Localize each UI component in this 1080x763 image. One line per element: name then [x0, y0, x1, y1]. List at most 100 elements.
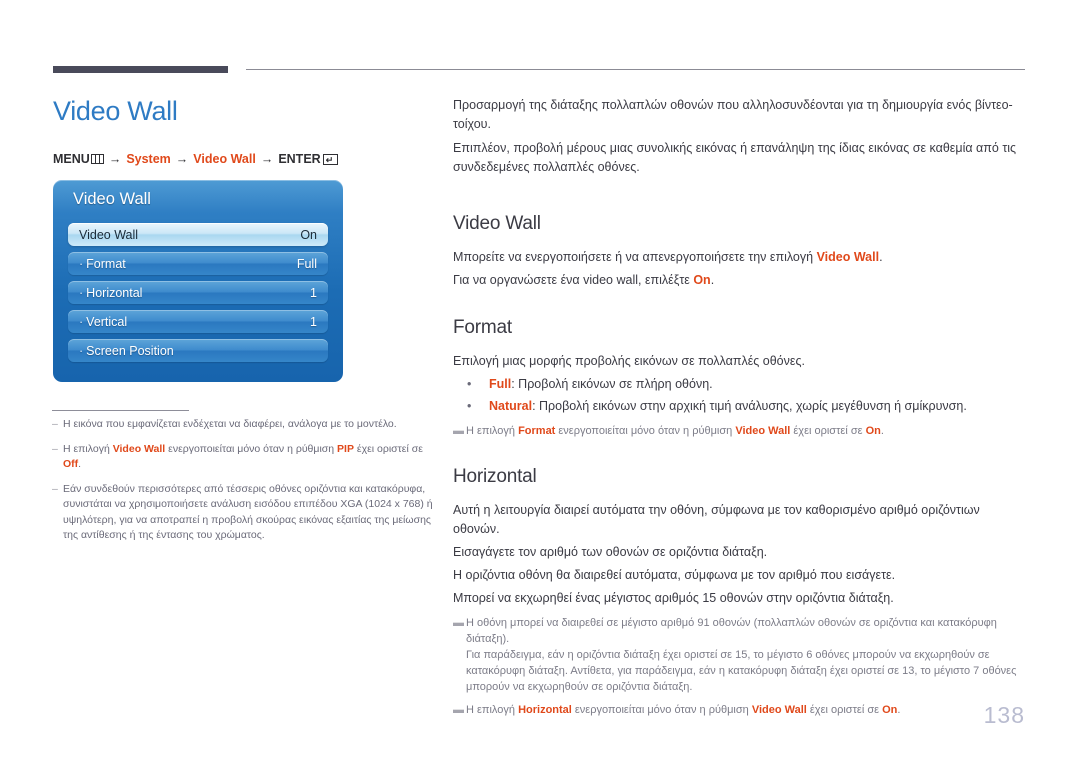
- text-run: έχει οριστεί σε: [790, 425, 866, 437]
- osd-menu-item[interactable]: · Screen Position: [68, 339, 328, 362]
- text-run: : Προβολή εικόνων στην αρχική τιμή ανάλυ…: [532, 399, 967, 413]
- text-run: Η επιλογή: [63, 442, 113, 455]
- text-run: Για παράδειγμα, εάν η οριζόντια διάταξη …: [466, 649, 1017, 693]
- footnote-item: – Η εικόνα που εμφανίζεται ενδέχεται να δ…: [52, 417, 442, 433]
- text-run: Εισαγάγετε τον αριθμό των οθονών σε οριζ…: [453, 545, 768, 559]
- text-run: Εάν συνδεθούν περισσότερες από τέσσερις …: [63, 482, 433, 542]
- section-note: ▬ Η επιλογή Format ενεργοποιείται μόνο ότ…: [453, 423, 1028, 439]
- note-dash-icon: ▬: [453, 617, 464, 629]
- intro-paragraph: Επιπλέον, προβολή μέρους μιας συνολικής …: [453, 141, 1017, 174]
- text-run: Μπορείτε να ενεργοποιήσετε ή να απενεργο…: [453, 250, 817, 264]
- bullet-item: • Natural: Προβολή εικόνων στην αρχική τι…: [453, 397, 1028, 416]
- text-run: .: [897, 704, 901, 716]
- text-run: Η εικόνα που εμφανίζεται ενδέχεται να δι…: [63, 418, 397, 430]
- footnote-dash-icon: –: [52, 418, 58, 430]
- osd-item-label: · Horizontal: [79, 285, 143, 300]
- section-paragraph: Εισαγάγετε τον αριθμό των οθονών σε οριζ…: [453, 543, 1028, 562]
- text-run: Η οριζόντια οθόνη θα διαιρεθεί αυτόματα,…: [453, 568, 896, 582]
- footnote-item: – Η επιλογή Video Wall ενεργοποιείται μόν…: [52, 442, 442, 473]
- osd-menu-item[interactable]: · Vertical 1: [68, 310, 328, 333]
- enter-return-glyph: ↵: [325, 154, 334, 165]
- highlighted-term: Full: [489, 377, 512, 391]
- text-run: Αυτή η λειτουργία διαιρεί αυτόματα την ο…: [453, 503, 980, 536]
- text-run: έχει οριστεί σε: [353, 442, 423, 455]
- highlighted-term: Video Wall: [112, 442, 166, 455]
- highlighted-term: On: [865, 425, 881, 437]
- footnotes-divider: [52, 410, 189, 411]
- text-run: ενεργοποιείται μόνο όταν η ρύθμιση: [571, 704, 752, 716]
- section-heading: Video Wall: [453, 213, 541, 234]
- text-run: ενεργοποιείται μόνο όταν η ρύθμιση: [555, 425, 736, 437]
- section-heading: Format: [453, 317, 512, 338]
- osd-item-label: · Format: [79, 256, 126, 271]
- osd-item-bullet-icon: ·: [79, 285, 84, 300]
- footnote-text: Η εικόνα που εμφανίζεται ενδέχεται να δι…: [63, 417, 442, 433]
- osd-item-value: 1: [310, 285, 317, 300]
- section-heading: Horizontal: [453, 466, 537, 487]
- text-run: .: [880, 425, 884, 437]
- menu-bars-icon: [90, 154, 104, 164]
- osd-menu-item[interactable]: · Horizontal 1: [68, 281, 328, 304]
- text-run: Η επιλογή: [466, 704, 519, 716]
- osd-item-label: · Vertical: [79, 314, 128, 329]
- osd-menu-item[interactable]: · Format Full: [68, 252, 328, 275]
- text-run: Η επιλογή: [466, 425, 519, 437]
- highlighted-term: Video Wall: [816, 250, 880, 264]
- section-note: ▬ Η οθόνη μπορεί να διαιρεθεί σε μέγιστο …: [453, 615, 1028, 695]
- bullet-text: Full: Προβολή εικόνων σε πλήρη οθόνη.: [489, 375, 1028, 394]
- highlighted-term: Format: [518, 425, 556, 437]
- osd-item-bullet-icon: ·: [79, 314, 84, 329]
- highlighted-term: Off: [63, 458, 79, 470]
- section-paragraph: Επιλογή μιας μορφής προβολής εικόνων σε …: [453, 352, 1028, 371]
- bullet-marker-icon: •: [467, 377, 472, 391]
- highlighted-term: Video Wall: [735, 425, 791, 437]
- section-paragraph: Αυτή η λειτουργία διαιρεί αυτόματα την ο…: [453, 501, 1028, 539]
- text-run: έχει οριστεί σε: [806, 704, 883, 716]
- highlighted-term: Natural: [489, 399, 533, 413]
- note-text: Η οθόνη μπορεί να διαιρεθεί σε μέγιστο α…: [466, 615, 1028, 695]
- footnotes-list: – Η εικόνα που εμφανίζεται ενδέχεται να δ…: [52, 417, 442, 553]
- text-run: .: [879, 250, 883, 264]
- breadcrumb: MENU → System → Video Wall → ENTER ↵: [53, 152, 338, 166]
- enter-return-icon: ↵: [322, 153, 338, 165]
- footnote-text: Η επιλογή Video Wall ενεργοποιείται μόνο…: [63, 442, 442, 473]
- osd-item-bullet-icon: ·: [79, 256, 84, 271]
- text-run: Επιλογή μιας μορφής προβολής εικόνων σε …: [453, 354, 805, 368]
- osd-menu-item[interactable]: Video Wall On: [68, 223, 328, 246]
- osd-panel-title: Video Wall: [73, 190, 151, 208]
- osd-item-bullet-icon: ·: [79, 343, 84, 358]
- highlighted-term: Video Wall: [751, 704, 807, 716]
- highlighted-term: On: [693, 273, 711, 287]
- highlighted-term: PIP: [337, 442, 354, 455]
- intro-paragraph: Προσαρμογή της διάταξης πολλαπλών οθονών…: [453, 98, 1013, 131]
- breadcrumb-arrow-2: →: [175, 152, 189, 166]
- bullet-item: • Full: Προβολή εικόνων σε πλήρη οθόνη.: [453, 375, 1028, 394]
- footnote-text: Εάν συνδεθούν περισσότερες από τέσσερις …: [63, 482, 442, 544]
- section-paragraph: Η οριζόντια οθόνη θα διαιρεθεί αυτόματα,…: [453, 566, 1028, 585]
- breadcrumb-enter-label: ENTER: [278, 152, 321, 166]
- bullet-text: Natural: Προβολή εικόνων στην αρχική τιμ…: [489, 397, 1028, 416]
- text-run: .: [710, 273, 715, 287]
- breadcrumb-item-system[interactable]: System: [126, 152, 170, 166]
- header-divider-line: [246, 69, 1025, 70]
- text-run: Μπορεί να εκχωρηθεί ένας μέγιστος αριθμό…: [453, 591, 894, 605]
- breadcrumb-item-video-wall[interactable]: Video Wall: [193, 152, 256, 166]
- note-text: Η επιλογή Format ενεργοποιείται μόνο ότα…: [466, 423, 1028, 439]
- note-dash-icon: ▬: [453, 704, 464, 716]
- text-run: ενεργοποιείται μόνο όταν η ρύθμιση: [165, 442, 338, 455]
- section-note: ▬ Η επιλογή Horizontal ενεργοποιείται μόν…: [453, 702, 1028, 718]
- bullet-marker-icon: •: [467, 399, 472, 413]
- header-accent-bar: [53, 66, 228, 73]
- page-number: 138: [983, 702, 1025, 728]
- osd-item-label: Video Wall: [79, 227, 139, 242]
- section-paragraph: Μπορεί να εκχωρηθεί ένας μέγιστος αριθμό…: [453, 589, 1028, 608]
- footnote-dash-icon: –: [52, 482, 58, 495]
- main-content: Προσαρμογή της διάταξης πολλαπλών οθονών…: [453, 96, 1028, 718]
- text-run: : Προβολή εικόνων σε πλήρη οθόνη.: [511, 377, 713, 391]
- text-run: Για να οργανώσετε ένα video wall, επιλέξ…: [453, 273, 694, 287]
- note-text: Η επιλογή Horizontal ενεργοποιείται μόνο…: [466, 702, 1028, 718]
- breadcrumb-menu-label: MENU: [53, 152, 90, 166]
- section-paragraph: Μπορείτε να ενεργοποιήσετε ή να απενεργο…: [453, 248, 1028, 267]
- footnote-dash-icon: –: [52, 442, 58, 455]
- breadcrumb-arrow-3: →: [260, 152, 274, 166]
